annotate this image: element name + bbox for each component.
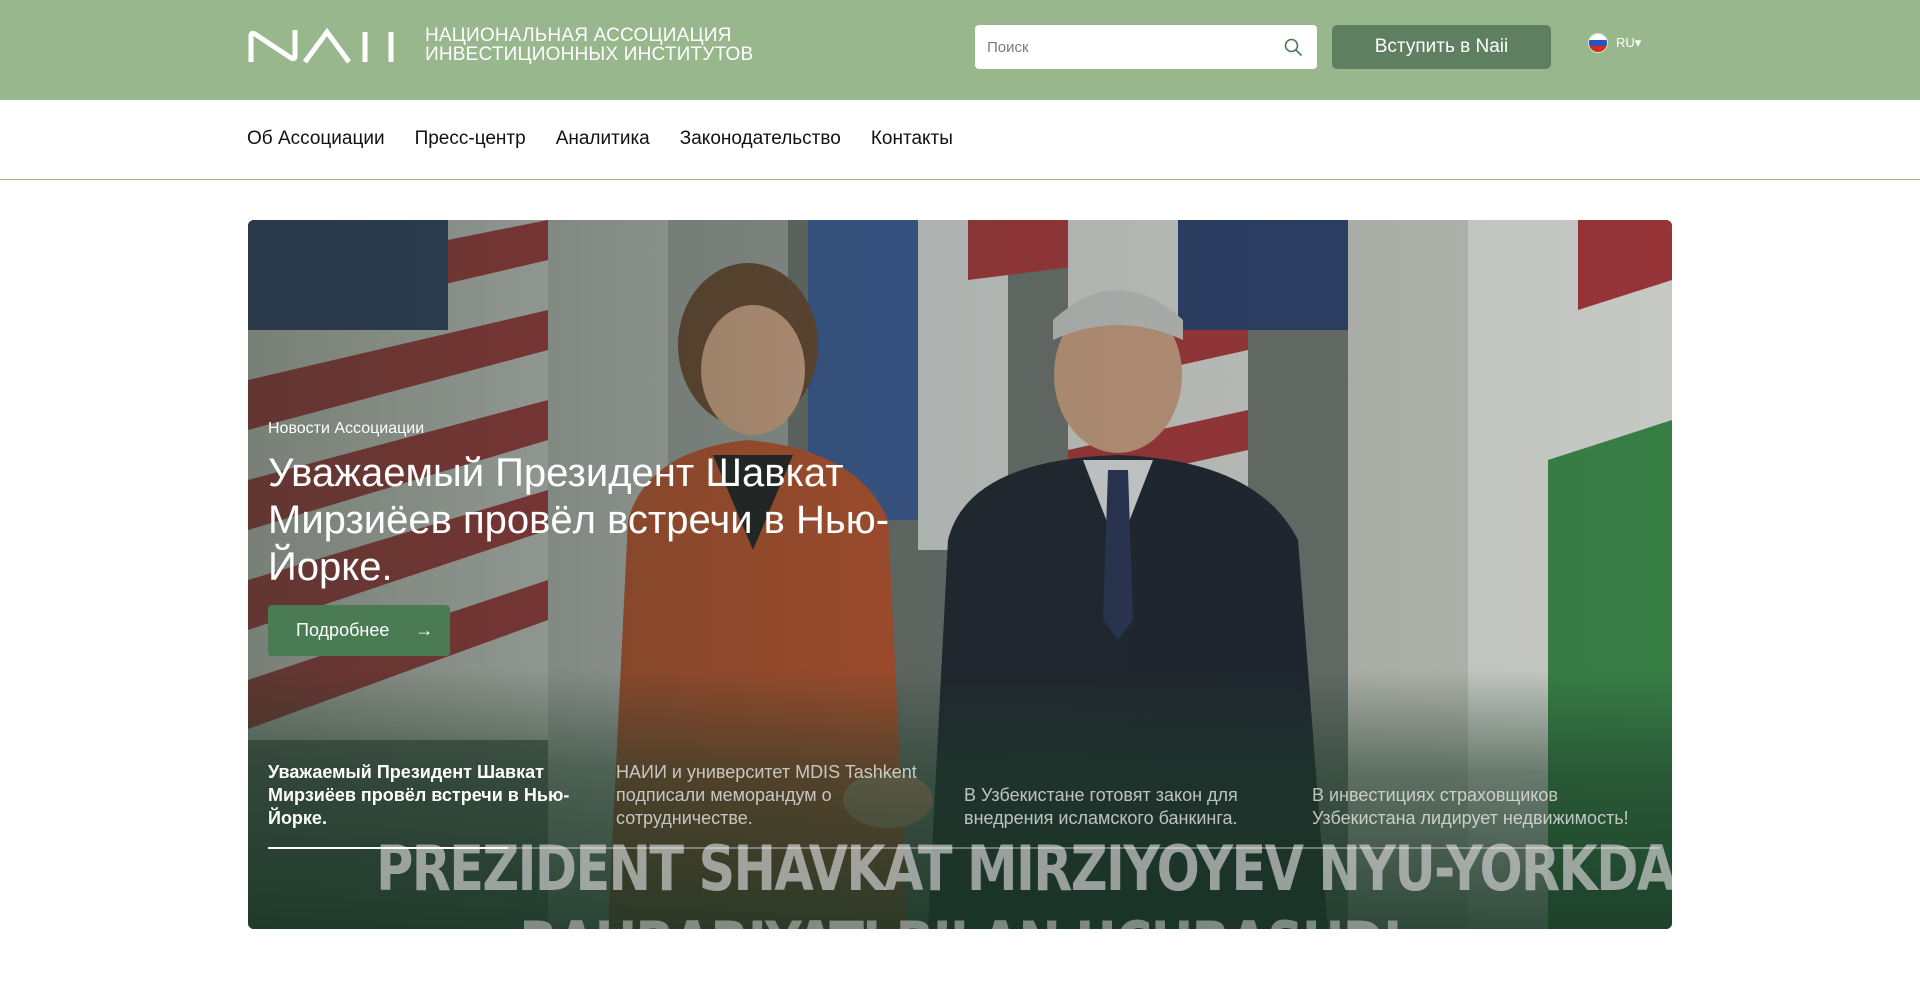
organization-name: НАЦИОНАЛЬНАЯ АССОЦИАЦИЯ ИНВЕСТИЦИОННЫХ И… bbox=[425, 26, 753, 64]
search-box bbox=[975, 25, 1317, 69]
nav-item-press-center[interactable]: Пресс-центр bbox=[415, 128, 526, 150]
organization-name-line2: ИНВЕСТИЦИОННЫХ ИНСТИТУТОВ bbox=[425, 44, 754, 65]
russia-flag-icon bbox=[1588, 33, 1608, 53]
hero-category[interactable]: Новости Ассоциации bbox=[268, 420, 424, 438]
slide-progress-active bbox=[268, 847, 508, 849]
naii-logo[interactable] bbox=[247, 28, 399, 64]
slide-item[interactable]: В Узбекистане готовят закон для внедрени… bbox=[964, 747, 1312, 832]
language-code: RU▾ bbox=[1616, 35, 1642, 50]
nav-item-contacts[interactable]: Контакты bbox=[871, 128, 953, 150]
slide-item[interactable]: НАИИ и университет MDIS Tashkent подписа… bbox=[616, 747, 964, 832]
hero-title[interactable]: Уважаемый Президент Шавкат Мирзиёев пров… bbox=[268, 450, 908, 591]
slide-item[interactable]: В инвестициях страховщиков Узбекистана л… bbox=[1312, 747, 1660, 832]
image-caption-text-2: RAHBARIYATI BILAN UCHRASHDI bbox=[376, 908, 1544, 929]
read-more-button[interactable]: Подробнее → bbox=[268, 605, 450, 656]
nav-item-analytics[interactable]: Аналитика bbox=[556, 128, 650, 150]
main-navigation: Об Ассоциации Пресс-центр Аналитика Зако… bbox=[0, 100, 1920, 180]
top-header: НАЦИОНАЛЬНАЯ АССОЦИАЦИЯ ИНВЕСТИЦИОННЫХ И… bbox=[0, 0, 1920, 100]
nav-item-about[interactable]: Об Ассоциации bbox=[247, 128, 385, 150]
organization-name-line1: НАЦИОНАЛЬНАЯ АССОЦИАЦИЯ bbox=[425, 25, 732, 46]
chevron-down-icon: ▾ bbox=[1634, 35, 1642, 50]
join-naii-button[interactable]: Вступить в Naii bbox=[1332, 25, 1551, 69]
nav-item-legislation[interactable]: Законодательство bbox=[680, 128, 841, 150]
language-selector[interactable]: RU▾ bbox=[1588, 32, 1641, 54]
slide-list: Уважаемый Президент Шавкат Мирзиёев пров… bbox=[268, 747, 1660, 832]
read-more-label: Подробнее bbox=[296, 620, 390, 640]
slide-item[interactable]: Уважаемый Президент Шавкат Мирзиёев пров… bbox=[268, 747, 616, 832]
search-input[interactable] bbox=[987, 25, 1267, 69]
naii-logo-icon bbox=[248, 28, 394, 64]
hero-slider: PREZIDENT SHAVKAT MIRZIYOYEV NYU-YORKDA … bbox=[248, 220, 1672, 929]
search-icon[interactable] bbox=[1283, 37, 1303, 57]
arrow-right-icon: → bbox=[415, 620, 434, 640]
image-caption-text: PREZIDENT SHAVKAT MIRZIYOYEV NYU-YORKDA … bbox=[376, 832, 1672, 905]
